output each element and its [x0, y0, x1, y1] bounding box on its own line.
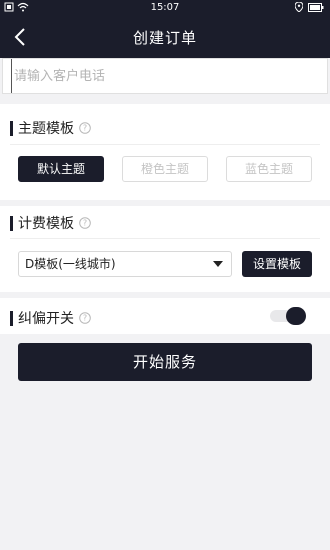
- theme-default-button[interactable]: 默认主题: [18, 156, 104, 182]
- theme-section-title: 主题模板: [18, 121, 74, 137]
- section-marker: [10, 310, 13, 326]
- toggle-knob: [286, 307, 306, 325]
- status-bar: 15:07: [0, 0, 330, 16]
- correction-toggle[interactable]: [270, 307, 306, 325]
- billing-template-value: D模板(一线城市): [25, 257, 116, 271]
- location-icon: [295, 2, 303, 12]
- theme-blue-button[interactable]: 蓝色主题: [226, 156, 312, 182]
- help-icon[interactable]: ?: [79, 122, 91, 134]
- section-marker: [10, 120, 13, 136]
- billing-template-select[interactable]: D模板(一线城市): [18, 251, 232, 277]
- help-icon[interactable]: ?: [79, 217, 91, 229]
- billing-section-header: 计费模板 ?: [10, 213, 91, 233]
- svg-text:?: ?: [83, 314, 87, 323]
- battery-icon: [308, 2, 324, 12]
- help-icon[interactable]: ?: [79, 312, 91, 324]
- start-service-button[interactable]: 开始服务: [18, 343, 312, 381]
- theme-section-header: 主题模板 ?: [10, 118, 91, 138]
- correction-section-title: 纠偏开关: [18, 311, 74, 327]
- status-time: 15:07: [150, 2, 180, 13]
- caret-down-icon: [213, 261, 223, 267]
- page-title: 创建订单: [132, 29, 197, 47]
- section-marker: [10, 215, 13, 231]
- divider: [10, 144, 320, 145]
- customer-phone-input[interactable]: [11, 59, 321, 93]
- svg-text:?: ?: [83, 219, 87, 228]
- set-template-button[interactable]: 设置模板: [242, 251, 312, 277]
- billing-section-title: 计费模板: [18, 216, 74, 232]
- nav-bar: 创建订单: [0, 16, 330, 58]
- theme-orange-button[interactable]: 橙色主题: [122, 156, 208, 182]
- correction-section-header: 纠偏开关 ?: [10, 308, 91, 328]
- divider: [10, 238, 320, 239]
- phone-input-container: [2, 58, 328, 94]
- svg-text:?: ?: [83, 124, 87, 133]
- status-right-icons: [295, 2, 324, 12]
